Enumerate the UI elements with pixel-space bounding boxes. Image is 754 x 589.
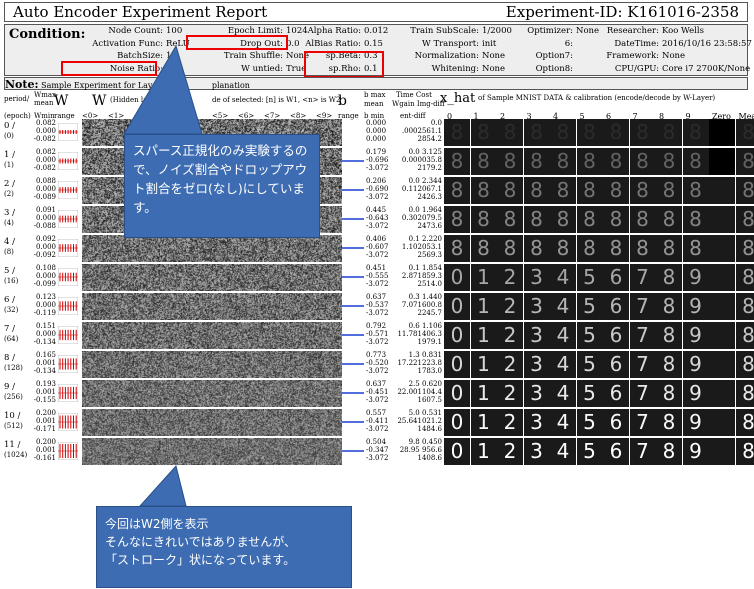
callout-w2-line2: そんなにきれいではありませんが、 [105, 535, 297, 549]
callout-sparse-note: スパース正規化のみ実験するので、ノイズ割合やドロップアウト割合をゼロ(なし)にし… [124, 134, 320, 238]
callout-w2-line1: 今回はW2側を表示 [105, 517, 209, 531]
callout-pointers [123, 44, 203, 507]
callout-sparse-text: スパース正規化のみ実験するので、ノイズ割合やドロップアウト割合をゼロ(なし)にし… [133, 143, 308, 215]
callout-w2-note: 今回はW2側を表示 そんなにきれいではありませんが、 「ストローク」状になってい… [96, 506, 352, 588]
callout-w2-line3: 「ストローク」状になっています。 [105, 553, 296, 567]
